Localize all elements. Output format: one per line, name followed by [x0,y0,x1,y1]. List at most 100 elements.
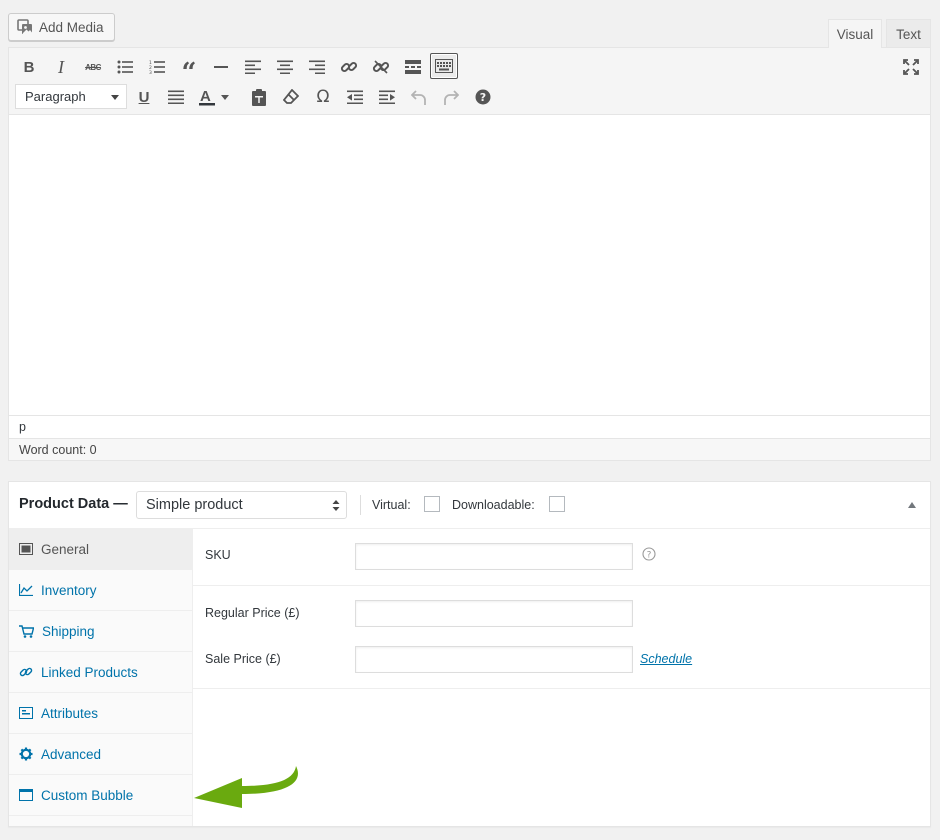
link-icon [340,61,358,73]
chevron-down-icon [111,95,119,100]
add-media-button[interactable]: Add Media [8,13,115,41]
custom-bubble-icon [19,789,33,801]
strikethrough-icon: ABC [85,62,101,72]
align-left-button[interactable] [239,54,267,80]
bulleted-list-button[interactable] [111,54,139,80]
format-select[interactable]: Paragraph [15,84,127,109]
read-more-button[interactable] [399,54,427,80]
text-color-button[interactable]: A [194,84,236,110]
product-data-tabs: General Inventory Shipping Linked Produc… [9,529,193,826]
advanced-icon [19,747,33,761]
regular-price-input[interactable] [355,600,633,627]
tab-text[interactable]: Text [886,19,931,48]
sku-label: SKU [205,548,231,562]
tab-inventory-label: Inventory [41,582,97,598]
toolbar-toggle-button[interactable] [430,53,458,79]
regular-price-label: Regular Price (£) [205,606,300,620]
collapse-toggle-icon[interactable] [908,502,916,508]
tab-inventory[interactable]: Inventory [9,570,193,611]
align-center-button[interactable] [271,54,299,80]
justify-icon [168,90,184,104]
tab-linked-products-label: Linked Products [41,664,138,680]
underline-button[interactable]: U [130,84,158,110]
pricing-group: Regular Price (£) Sale Price (£) [193,586,930,689]
sale-price-input[interactable] [355,646,633,673]
indent-icon [379,90,395,104]
annotation-arrow-icon [194,766,298,808]
downloadable-label: Downloadable: [452,498,535,512]
attributes-icon [19,707,33,719]
special-character-button[interactable]: Ω [309,84,337,110]
editor-toolbar: B I ABC 123 “ Paragraph U A Ω ? [9,48,930,115]
shipping-icon [19,624,34,638]
italic-button[interactable]: I [47,54,75,80]
tab-attributes-label: Attributes [41,705,99,721]
tab-attributes[interactable]: Attributes [9,693,193,734]
bold-button[interactable]: B [15,54,43,80]
numbered-list-icon: 123 [149,60,165,74]
linked-products-icon [19,667,33,677]
justify-button[interactable] [162,84,190,110]
bulleted-list-icon [117,60,133,74]
special-character-icon: Ω [316,87,330,107]
editor-content-area[interactable] [9,115,930,415]
redo-button[interactable] [437,84,465,110]
word-count-bar: Word count: 0 [9,438,930,460]
tab-general[interactable]: General [9,529,193,570]
help-tip-icon[interactable]: ? [642,547,656,561]
align-center-icon [277,60,293,74]
downloadable-checkbox[interactable] [549,496,565,512]
link-button[interactable] [335,54,363,80]
inventory-icon [19,584,33,596]
select-arrows-icon [332,500,340,511]
product-type-select[interactable]: Simple product [136,491,347,519]
blockquote-button[interactable]: “ [175,54,203,80]
tab-custom-bubble[interactable]: Custom Bubble [9,775,193,816]
strikethrough-button[interactable]: ABC [79,54,107,80]
clear-formatting-button[interactable] [277,84,305,110]
tab-shipping[interactable]: Shipping [9,611,193,652]
italic-icon: I [58,56,64,77]
outdent-icon [347,90,363,104]
sku-input[interactable] [355,543,633,570]
text-color-icon: A [199,88,229,106]
schedule-link[interactable]: Schedule [640,652,692,666]
horizontal-line-icon [214,66,228,68]
tab-advanced[interactable]: Advanced [9,734,193,775]
format-select-value: Paragraph [25,89,86,104]
tab-shipping-label: Shipping [42,623,95,639]
content-editor: B I ABC 123 “ Paragraph U A Ω ? p Word c… [8,47,931,461]
underline-icon: U [138,88,150,106]
toolbar-toggle-icon [435,59,453,73]
general-icon [19,543,33,555]
svg-text:A: A [200,88,211,105]
unlink-button[interactable] [367,54,395,80]
svg-text:?: ? [647,551,652,561]
unlink-icon [372,60,390,74]
tab-general-label: General [41,541,90,557]
align-right-button[interactable] [303,54,331,80]
fullscreen-button[interactable] [897,54,925,80]
undo-icon [411,89,426,105]
help-button[interactable]: ? [469,84,497,110]
virtual-label: Virtual: [372,498,411,512]
read-more-icon [405,60,421,74]
undo-button[interactable] [405,84,433,110]
tab-visual[interactable]: Visual [828,19,882,48]
redo-icon [444,89,459,105]
virtual-checkbox[interactable] [424,496,440,512]
sku-group: SKU ? [193,529,930,586]
word-count: Word count: 0 [19,442,97,457]
element-path-item[interactable]: p [19,420,26,434]
indent-button[interactable] [373,84,401,110]
paste-as-text-button[interactable] [245,84,273,110]
numbered-list-button[interactable]: 123 [143,54,171,80]
product-data-header: Product Data — Simple product Virtual: D… [9,482,930,529]
align-right-icon [309,60,325,74]
outdent-button[interactable] [341,84,369,110]
fullscreen-icon [903,59,919,75]
tab-advanced-label: Advanced [41,746,102,762]
media-icon [17,18,34,36]
horizontal-line-button[interactable] [207,54,235,80]
tab-linked-products[interactable]: Linked Products [9,652,193,693]
